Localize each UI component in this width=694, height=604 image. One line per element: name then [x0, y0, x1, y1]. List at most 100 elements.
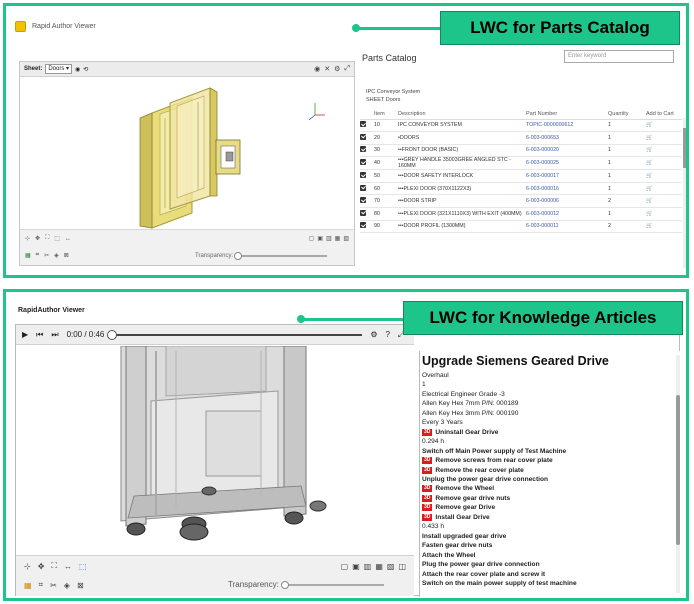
row-checkbox[interactable]	[360, 146, 366, 153]
cart-icon[interactable]: 🛒	[646, 119, 682, 133]
transparency-slider[interactable]	[280, 580, 384, 589]
door-3d-model[interactable]	[20, 78, 354, 230]
col-quantity[interactable]: Quantity	[608, 109, 646, 120]
row-checkbox[interactable]	[360, 209, 366, 216]
view-box-6-icon[interactable]: ◫	[398, 562, 406, 571]
row-checkbox[interactable]	[360, 222, 366, 229]
fit-icon[interactable]: ⛶	[51, 561, 57, 571]
settings-icon[interactable]: ⚙	[334, 65, 340, 73]
cart-icon[interactable]: 🛒	[646, 144, 682, 158]
tool-4-icon[interactable]: ◈	[54, 252, 59, 259]
slider-knob[interactable]	[234, 252, 243, 260]
view-box-4-icon[interactable]: ▦	[375, 562, 383, 571]
tool-3-icon[interactable]: ✂	[50, 581, 57, 590]
view-box-3-icon[interactable]: ▥	[326, 235, 332, 242]
table-row[interactable]: 80 •••PLEXI DOOR (321X1110X3) WITH EXIT (…	[360, 207, 682, 221]
view-box-2-icon[interactable]: ▣	[352, 562, 360, 571]
explode-icon[interactable]: ✕	[324, 65, 330, 73]
tool-3-icon[interactable]: ✂	[44, 252, 49, 259]
view-box-5-icon[interactable]: ▧	[343, 235, 349, 242]
scroll-thumb[interactable]	[676, 395, 680, 545]
tool-1-icon[interactable]: ▦	[25, 252, 31, 259]
cart-icon[interactable]: 🛒	[646, 194, 682, 209]
slider-knob[interactable]	[280, 580, 289, 589]
scroll-thumb[interactable]	[683, 128, 686, 168]
measure-icon[interactable]: ↔	[64, 562, 72, 571]
tool-5-icon[interactable]: ⊠	[77, 581, 84, 590]
article-line[interactable]: 3D Install Gear Drive	[422, 513, 681, 522]
section-icon[interactable]: ⬚	[54, 235, 60, 242]
row-checkbox[interactable]	[360, 172, 366, 179]
part-number-link[interactable]: 6-003-000017	[526, 169, 608, 183]
3d-animation-badge[interactable]: 3D	[422, 494, 433, 502]
3d-viewport[interactable]	[16, 346, 414, 555]
zoom-icon[interactable]: ⊹	[24, 562, 31, 571]
table-row[interactable]: 10 IPC CONVEYOR SYSTEM TOPIC-0000000612 1 🛒	[360, 119, 682, 133]
part-number-link[interactable]: 6-003-000016	[526, 182, 608, 196]
section-icon[interactable]: ⬚	[79, 562, 87, 571]
row-checkbox[interactable]	[360, 197, 366, 204]
tool-2-icon[interactable]: ⌗	[39, 580, 44, 590]
tool-4-icon[interactable]: ◈	[64, 581, 70, 590]
settings-icon[interactable]: ⚙	[370, 330, 377, 339]
help-icon[interactable]: ?	[386, 330, 390, 339]
part-number-link[interactable]: 6-003-000653	[526, 131, 608, 145]
3d-animation-badge[interactable]: 3D	[422, 428, 433, 436]
measure-icon[interactable]: ↔	[65, 236, 71, 242]
article-line[interactable]: 3D Remove screws from rear cover plate	[422, 456, 681, 465]
row-checkbox[interactable]	[360, 159, 366, 166]
table-row[interactable]: 70 •••DOOR STRIP 6-003-000006 2 🛒	[360, 194, 682, 209]
table-row[interactable]: 60 •••PLEXI DOOR (370X1122X3) 6-003-000016…	[360, 182, 682, 196]
tool-1-icon[interactable]: ▦	[24, 581, 32, 590]
article-line[interactable]: 3D Remove the Wheel	[422, 484, 681, 493]
move-icon[interactable]: ✥	[38, 562, 45, 571]
article-line[interactable]: 3D Remove gear Drive	[422, 503, 681, 512]
article-line[interactable]: 3D Remove gear drive nuts	[422, 494, 681, 503]
part-number-link[interactable]: 6-003-000012	[526, 207, 608, 221]
3d-animation-badge[interactable]: 3D	[422, 513, 433, 521]
col-description[interactable]: Description	[398, 109, 526, 120]
timeline-slider[interactable]	[107, 329, 363, 340]
part-number-link[interactable]: TOPIC-0000000612	[526, 119, 608, 133]
view-box-5-icon[interactable]: ▧	[387, 562, 395, 571]
previous-icon[interactable]: ⏮	[36, 330, 43, 340]
view-box-4-icon[interactable]: ▦	[335, 235, 341, 242]
part-number-link[interactable]: 6-003-000011	[526, 220, 608, 234]
zoom-icon[interactable]: ⊹	[25, 235, 30, 242]
cart-icon[interactable]: 🛒	[646, 169, 682, 183]
sheet-select[interactable]: Doors ▾	[45, 64, 73, 74]
cart-icon[interactable]: 🛒	[646, 131, 682, 145]
move-icon[interactable]: ✥	[35, 235, 40, 242]
camera-icon[interactable]: ◉	[75, 66, 80, 73]
view-icon[interactable]: ◉	[314, 65, 320, 73]
table-row[interactable]: 40 •••GREY HANDLE 35003GREE ANGLED STC - …	[360, 156, 682, 171]
view-box-2-icon[interactable]: ▣	[317, 235, 323, 242]
table-row[interactable]: 90 •••DOOR PROFIL (1300MM) 6-003-000011 2 🛒	[360, 220, 682, 234]
view-box-1-icon[interactable]: ▢	[341, 562, 349, 571]
reset-icon[interactable]: ⟲	[83, 66, 88, 73]
cart-icon[interactable]: 🛒	[646, 207, 682, 221]
table-row[interactable]: 50 •••DOOR SAFETY INTERLOCK 6-003-000017 1 🛒	[360, 169, 682, 183]
3d-viewer[interactable]: Sheet: Doors ▾ ◉ ⟲ ◉ ✕ ⚙ ⤢ ⊹ ✥ ⛶ ⬚ ↔ ▢ ▣…	[19, 61, 355, 266]
machine-3d-model[interactable]	[16, 346, 414, 555]
3d-animation-badge[interactable]: 3D	[422, 466, 433, 474]
article-scrollbar[interactable]	[676, 355, 680, 593]
article-line[interactable]: 3D Remove the rear cover plate	[422, 466, 681, 475]
cart-icon[interactable]: 🛒	[646, 182, 682, 196]
part-number-link[interactable]: 6-003-000025	[526, 156, 608, 171]
3d-animation-badge[interactable]: 3D	[422, 485, 433, 493]
3d-animation-badge[interactable]: 3D	[422, 457, 433, 465]
article-line[interactable]: 3D Uninstall Gear Drive	[422, 428, 681, 437]
row-checkbox[interactable]	[360, 121, 366, 128]
next-icon[interactable]: ⏭	[51, 330, 58, 340]
part-number-link[interactable]: 6-003-000006	[526, 194, 608, 209]
table-row[interactable]: 30 ••FRONT DOOR (BASIC) 6-003-000020 1 🛒	[360, 144, 682, 158]
fit-icon[interactable]: ⛶	[45, 235, 49, 242]
play-icon[interactable]: ▶	[22, 330, 28, 339]
expand-icon[interactable]: ⤢	[344, 65, 350, 73]
col-part-number[interactable]: Part Number	[526, 109, 608, 120]
search-input[interactable]: Enter keyword	[564, 50, 674, 63]
col-item[interactable]: Item	[374, 109, 398, 120]
row-checkbox[interactable]	[360, 184, 366, 191]
tool-5-icon[interactable]: ⊠	[64, 252, 69, 259]
